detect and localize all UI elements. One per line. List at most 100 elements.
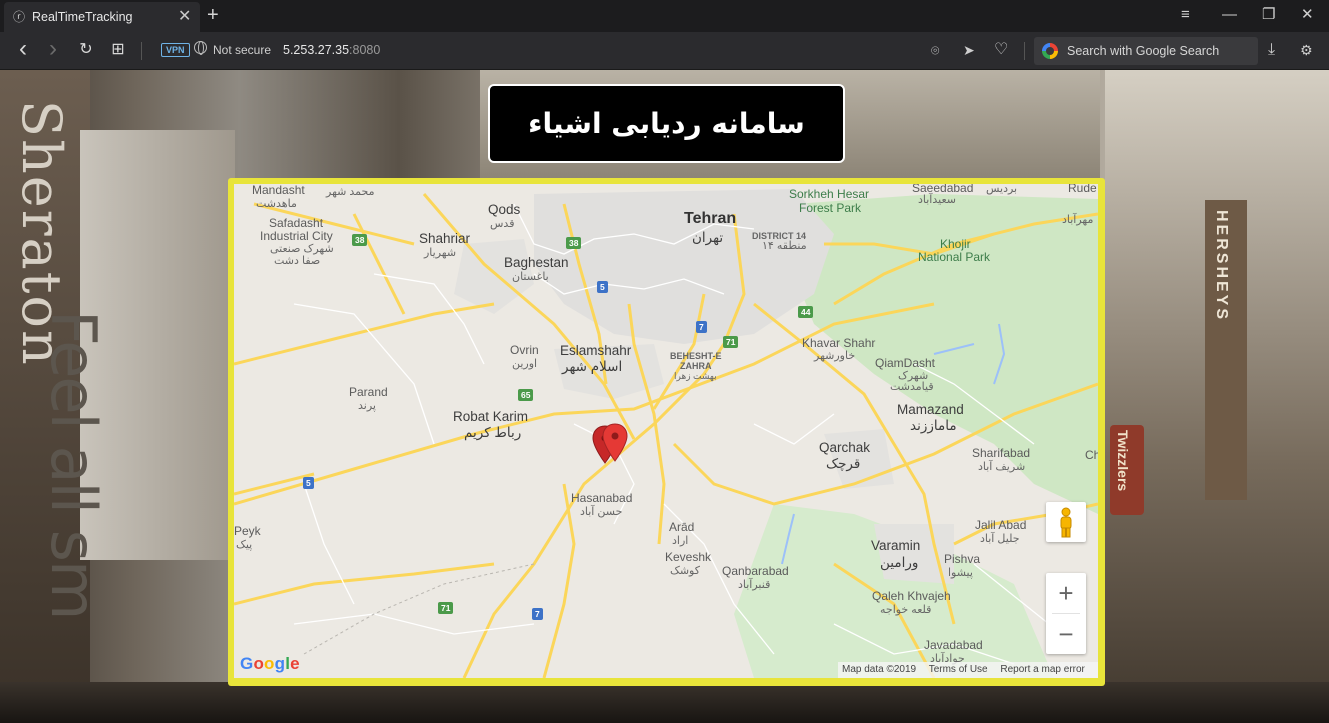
map-label-tehran: Tehran [684, 210, 737, 227]
map-label-arad: Arād [669, 520, 695, 534]
map-label-khavar-shahr: Khavar Shahr [802, 336, 876, 350]
map-label-ovrin: Ovrin [510, 343, 539, 357]
map-footer: Map data ©2019 Terms of Use Report a map… [838, 662, 1098, 678]
close-tab-icon[interactable]: ✕ [178, 8, 191, 26]
reload-icon[interactable]: ↻ [76, 40, 96, 60]
search-input[interactable]: Search with Google Search [1034, 37, 1258, 65]
map-label-keveshk: Keveshk [665, 550, 712, 564]
road-shield-65: 65 [518, 389, 534, 401]
map-label-shahriar: Shahriar [419, 231, 471, 246]
location-marker-icon[interactable] [602, 423, 628, 463]
tab-realtimetracking[interactable]: ⓡ RealTimeTracking ✕ [4, 2, 200, 32]
toolbar-divider [1024, 42, 1025, 60]
zoom-in-button[interactable]: + [1046, 573, 1086, 613]
street-view-pegman-button[interactable] [1046, 502, 1086, 542]
tab-grid-icon[interactable]: ⊞ [108, 40, 128, 60]
google-map[interactable]: Mandasht ماهدشت محمد شهر Safadasht Indus… [234, 184, 1098, 678]
map-label-mamazand: Mamazand [897, 402, 964, 417]
google-search-icon [1042, 43, 1058, 59]
map-label-robat-karim: Robat Karim [453, 409, 529, 424]
map-label-eslamshahr: Eslamshahr [560, 343, 632, 358]
page-favicon-icon: ⓡ [13, 10, 26, 24]
map-frame: Mandasht ماهدشت محمد شهر Safadasht Indus… [228, 178, 1105, 686]
zoom-control: + − [1046, 573, 1086, 654]
globe-icon[interactable] [194, 41, 207, 55]
zoom-out-button[interactable]: − [1046, 614, 1086, 654]
map-label-qiamdasht: QiamDasht [875, 356, 936, 370]
map-label-sorkheh-hesar: Sorkheh Hesar [789, 187, 870, 201]
map-label-national-park: National Park [918, 250, 991, 264]
back-icon[interactable]: ‹ [13, 37, 33, 61]
map-label-peyk-fa: پیک [236, 539, 253, 551]
map-label-robat-karim-fa: رباط کریم [464, 425, 522, 440]
background-truck-text: Feel all sm [37, 310, 110, 619]
map-data-attribution[interactable]: Map data ©2019 [842, 664, 916, 675]
map-label-shahriar-fa: شهریار [424, 247, 457, 259]
security-status[interactable]: Not secure [213, 43, 271, 57]
road-shield-38: 38 [566, 237, 582, 249]
map-label-varamin: Varamin [871, 538, 921, 553]
map-label-ch: Ch [1085, 448, 1098, 462]
map-label-qaleh-khvajeh: Qaleh Khvajeh [872, 589, 951, 603]
map-label-sharifabad-fa: شریف آباد [978, 461, 1026, 473]
google-logo[interactable]: Google [240, 654, 300, 674]
map-label-sharifabad: Sharifabad [972, 446, 1031, 460]
tab-menu-icon[interactable]: ≡ [1181, 6, 1190, 24]
terms-of-use-link[interactable]: Terms of Use [929, 664, 988, 675]
map-label-industrial-city: Industrial City [260, 229, 333, 243]
google-logo-letter: e [290, 654, 300, 673]
vpn-badge[interactable]: VPN [161, 43, 190, 57]
tab-title: RealTimeTracking [32, 10, 133, 24]
map-label-mohammadshahr-fa: محمد شهر [326, 186, 375, 198]
toolbar-divider [141, 42, 142, 60]
background-sign-hersheys: HERSHEYS [1213, 210, 1230, 323]
search-placeholder: Search with Google Search [1067, 44, 1220, 58]
new-tab-button[interactable]: + [207, 4, 219, 26]
map-label-qarchak: Qarchak [819, 440, 871, 455]
google-logo-letter: o [253, 654, 265, 673]
minimize-window-icon[interactable]: — [1222, 6, 1237, 24]
map-label-saeedabad-fa: سعیدآباد [918, 194, 956, 206]
map-label-qaleh-khvajeh-fa: قلعه خواجه [880, 604, 932, 616]
url-field[interactable]: 5.253.27.35:8080 [283, 43, 380, 57]
map-label-qarchak-fa: قرچک [826, 456, 861, 471]
heart-icon[interactable]: ♡ [994, 41, 1008, 59]
camera-icon[interactable]: ⌾ [931, 41, 939, 59]
download-icon[interactable]: ⤓ [1268, 41, 1275, 59]
page-title: سامانه ردیابی اشیاء [528, 107, 805, 140]
map-label-pishva-fa: پیشوا [948, 567, 973, 579]
restore-window-icon[interactable]: ❐ [1262, 6, 1275, 24]
page-title-banner: سامانه ردیابی اشیاء [488, 84, 845, 163]
report-map-error-link[interactable]: Report a map error [1000, 664, 1084, 675]
map-label-mehrabad-fa: مهرآباد [1062, 214, 1094, 226]
map-label-qods: Qods [488, 202, 521, 217]
map-label-beheshte-zahra-fa: بهشت زهرا [674, 371, 717, 381]
map-label-mamazand-fa: ماماززند [910, 418, 957, 433]
tab-bar: ⓡ RealTimeTracking ✕ + ≡ — ❐ ✕ [0, 0, 1329, 32]
map-label-qanbarabad-fa: قنبرآباد [738, 579, 771, 591]
map-label-peyk: Peyk [234, 524, 261, 538]
forward-icon[interactable]: › [43, 37, 63, 61]
map-label-safadasht-fa2: صفا دشت [274, 255, 321, 267]
pegman-icon [1060, 507, 1072, 538]
map-label-pishva: Pishva [944, 552, 981, 566]
address-bar: ‹ › ↻ ⊞ VPN Not secure 5.253.27.35:8080 … [0, 32, 1329, 70]
close-window-icon[interactable]: ✕ [1301, 6, 1314, 24]
road-shield-5: 5 [303, 477, 314, 489]
map-label-qods-fa: قدس [490, 218, 515, 230]
map-label-eslamshahr-fa: اسلام شهر [562, 359, 623, 374]
map-label-khavar-shahr-fa: خاورشهر [814, 350, 856, 362]
road-shield-7: 7 [532, 608, 543, 620]
send-icon[interactable]: ➤ [963, 41, 975, 59]
road-shield-7: 7 [696, 321, 707, 333]
map-label-qanbarabad: Qanbarabad [722, 564, 789, 578]
map-label-parand: Parand [349, 385, 388, 399]
google-logo-letter: g [274, 654, 286, 673]
map-label-ovrin-fa: اورین [512, 358, 538, 370]
page-content: Sheraton Feel all sm HERSHEYS Twizzlers … [0, 70, 1329, 723]
map-label-qiamdasht-fa2: قیامدشت [890, 381, 934, 393]
road-shield-5: 5 [597, 281, 608, 293]
road-shield-71: 71 [723, 336, 739, 348]
url-host: 5.253.27.35 [283, 43, 350, 57]
settings-icon[interactable]: ⚙ [1300, 41, 1313, 59]
